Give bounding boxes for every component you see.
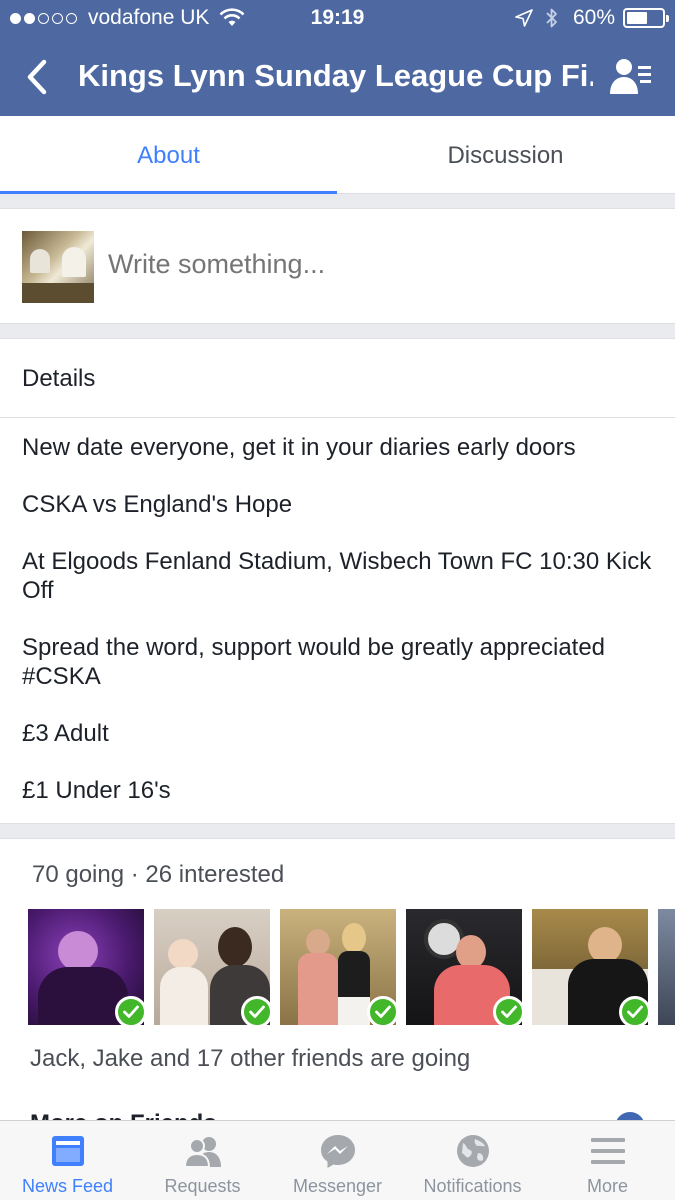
write-something-input[interactable] xyxy=(108,249,628,280)
friend-photo[interactable] xyxy=(28,909,144,1025)
globe-icon xyxy=(457,1135,489,1167)
location-arrow-icon xyxy=(515,9,533,27)
status-bar: vodafone UK 19:19 60% xyxy=(0,0,675,38)
friend-photo[interactable] xyxy=(154,909,270,1025)
details-paragraph: £3 Adult xyxy=(22,720,109,747)
tabbar-label: News Feed xyxy=(21,1176,114,1196)
avatar[interactable] xyxy=(22,231,94,303)
messenger-icon xyxy=(321,1135,355,1168)
going-section: 70 going · 26 interested Jack, Jake and … xyxy=(0,838,675,1091)
going-photos xyxy=(28,909,675,1027)
menu-icon xyxy=(591,1138,625,1164)
top-bar: vodafone UK 19:19 60% Kings Lynn Sunday … xyxy=(0,0,675,116)
going-check-icon xyxy=(619,996,648,1025)
going-check-icon xyxy=(115,996,144,1025)
tabbar-label: Messenger xyxy=(292,1176,383,1196)
tab-discussion[interactable]: Discussion xyxy=(337,116,674,194)
bluetooth-icon xyxy=(546,8,557,28)
bottom-tab-bar: News Feed Requests Messenger Notificatio… xyxy=(0,1120,675,1200)
details-paragraph: CSKA vs England's Hope xyxy=(22,491,293,518)
tabbar-messenger[interactable]: Messenger xyxy=(270,1121,405,1200)
details-section: Details New date everyone, get it in you… xyxy=(0,338,675,824)
tabbar-label: Notifications xyxy=(423,1176,522,1196)
active-tab-indicator xyxy=(0,191,337,194)
battery-icon xyxy=(623,8,669,28)
tabbar-requests[interactable]: Requests xyxy=(135,1121,270,1200)
battery-percent: 60% xyxy=(572,6,615,29)
details-heading: Details xyxy=(22,365,96,392)
going-check-icon xyxy=(493,996,522,1025)
friend-photo[interactable] xyxy=(280,909,396,1025)
back-chevron-icon[interactable] xyxy=(24,58,52,96)
friend-photo[interactable] xyxy=(658,909,675,1025)
friend-photo[interactable] xyxy=(532,909,648,1025)
tab-about[interactable]: About xyxy=(0,116,337,194)
details-text: New date everyone, get it in your diarie… xyxy=(22,433,652,833)
tabbar-notifications[interactable]: Notifications xyxy=(405,1121,540,1200)
guest-list-icon[interactable] xyxy=(609,56,653,96)
news-feed-icon xyxy=(52,1136,84,1166)
post-composer xyxy=(0,208,675,324)
event-tabs: About Discussion xyxy=(0,116,675,194)
details-paragraph: £1 Under 16's xyxy=(22,777,171,804)
nav-bar: Kings Lynn Sunday League Cup Fi... xyxy=(0,40,675,116)
going-check-icon xyxy=(241,996,270,1025)
friends-going-text[interactable]: Jack, Jake and 17 other friends are goin… xyxy=(30,1045,470,1073)
details-paragraph: At Elgoods Fenland Stadium, Wisbech Town… xyxy=(22,548,652,604)
details-paragraph: New date everyone, get it in your diarie… xyxy=(22,434,576,461)
tabbar-news-feed[interactable]: News Feed xyxy=(0,1121,135,1200)
details-paragraph: Spread the word, support would be greatl… xyxy=(22,634,606,690)
friend-photo[interactable] xyxy=(406,909,522,1025)
tabbar-label: More xyxy=(586,1176,628,1196)
divider xyxy=(0,417,675,418)
tabbar-more[interactable]: More xyxy=(540,1121,675,1200)
tabbar-label: Requests xyxy=(164,1176,241,1196)
page-title: Kings Lynn Sunday League Cup Fi... xyxy=(78,58,593,93)
friend-requests-icon xyxy=(183,1137,221,1168)
going-check-icon xyxy=(367,996,396,1025)
going-interested-count[interactable]: 70 going · 26 interested xyxy=(32,861,284,889)
status-right: 60% xyxy=(515,6,669,30)
